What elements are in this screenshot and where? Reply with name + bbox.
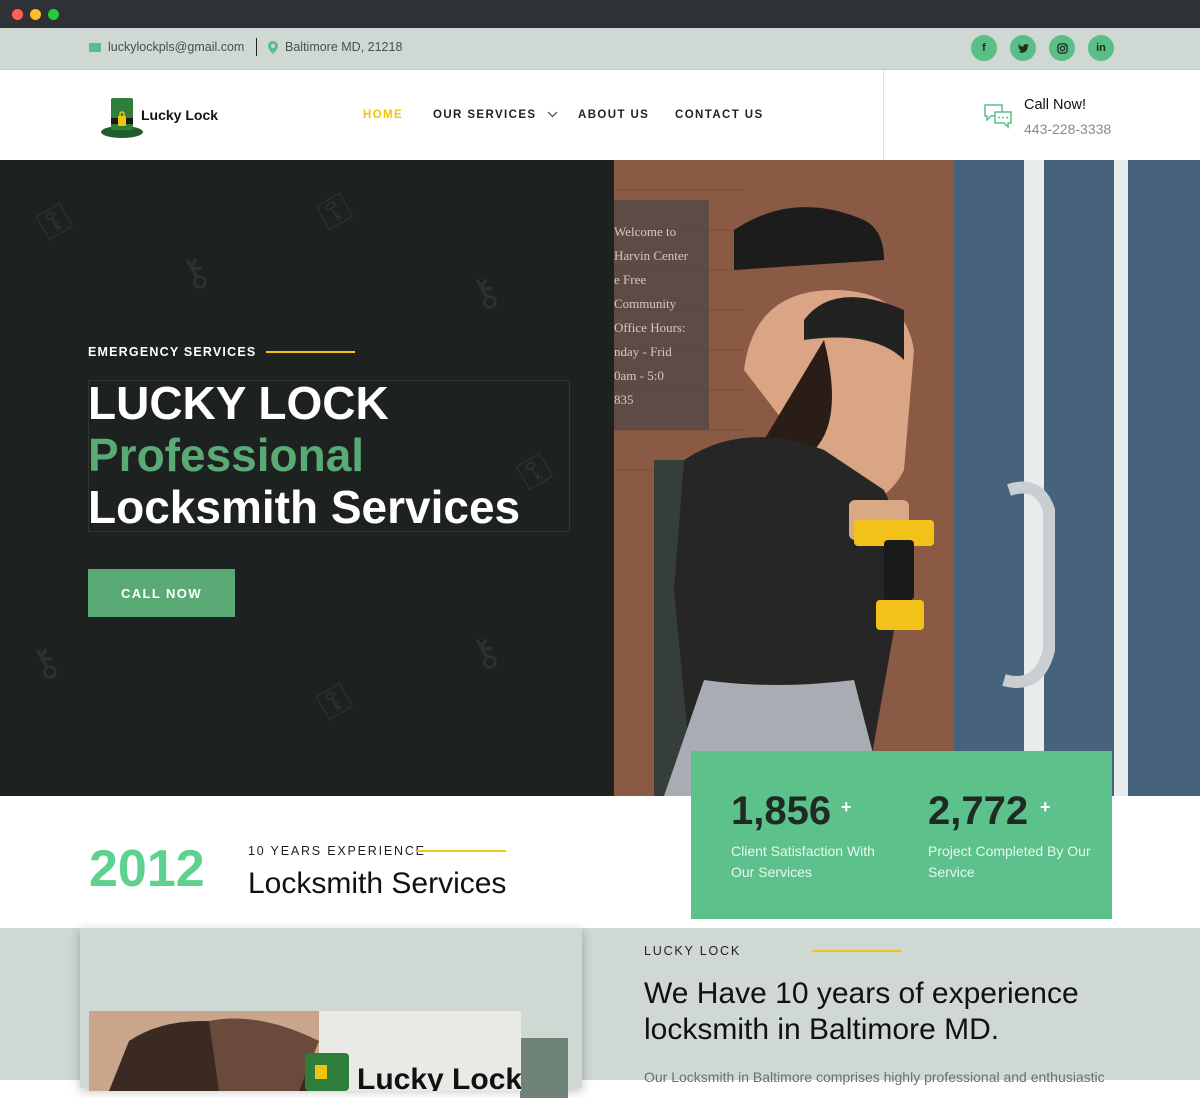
- hero-eyebrow: EMERGENCY SERVICES: [88, 345, 257, 359]
- call-now-button[interactable]: CALL NOW: [88, 569, 235, 617]
- linkedin-icon[interactable]: in: [1088, 35, 1114, 61]
- experience-label: 10 YEARS EXPERIENCE: [248, 844, 426, 858]
- photo-sign: Welcome to Harvin Center e Free Communit…: [614, 220, 704, 412]
- email-contact[interactable]: luckylockpls@gmail.com: [89, 40, 244, 54]
- hero-title-line2: Professional: [88, 429, 365, 481]
- header-divider: [883, 70, 884, 160]
- founded-year: 2012: [89, 840, 205, 898]
- site-logo[interactable]: Lucky Lock: [100, 94, 230, 140]
- stat-projects-label: Project Completed By Our Service: [928, 843, 1091, 880]
- hero-photo-locksmith: Welcome to Harvin Center e Free Communit…: [614, 160, 1200, 796]
- about-image-card: Lucky Lock: [80, 928, 582, 1098]
- location-contact: Baltimore MD, 21218: [268, 40, 402, 54]
- sign-line: Harvin Center: [614, 248, 689, 263]
- browser-chrome: [0, 0, 1200, 28]
- hero-title-line1: LUCKY LOCK: [88, 377, 389, 429]
- envelope-icon: [89, 42, 101, 52]
- stat-projects-plus: +: [1040, 797, 1051, 817]
- site-header: Lucky Lock HOME OUR SERVICES ABOUT US CO…: [0, 70, 1200, 160]
- maximize-window-dot[interactable]: [48, 9, 59, 20]
- email-text[interactable]: luckylockpls@gmail.com: [108, 40, 244, 54]
- key-pattern-icon: ⚷: [170, 246, 219, 300]
- header-phone[interactable]: 443-228-3338: [1024, 121, 1111, 137]
- map-pin-icon: [268, 40, 278, 54]
- call-now-label: Call Now!: [1024, 97, 1087, 113]
- key-pattern-icon: ⚷: [460, 266, 509, 320]
- about-accent-block: [520, 1038, 568, 1098]
- chevron-down-icon: [547, 111, 558, 118]
- facebook-icon[interactable]: f: [971, 35, 997, 61]
- hero-eyebrow-line: [266, 351, 355, 353]
- sign-line: 835: [614, 392, 634, 407]
- about-body: Our Locksmith in Baltimore comprises hig…: [644, 1069, 1105, 1085]
- svg-text:Lucky Lock: Lucky Lock: [357, 1063, 521, 1091]
- about-title: We Have 10 years of experience locksmith…: [644, 977, 1079, 1046]
- logo-text: Lucky Lock: [141, 107, 219, 123]
- stat-projects-value: 2,772: [928, 789, 1029, 833]
- hero-title-line3: Locksmith Services: [88, 481, 521, 533]
- sign-line: 0am - 5:0: [614, 368, 664, 383]
- sign-line: e Free Community: [614, 272, 677, 311]
- about-eyebrow: LUCKY LOCK: [644, 944, 741, 958]
- instagram-icon[interactable]: [1049, 35, 1075, 61]
- about-photo-illustration: Lucky Lock: [89, 1011, 521, 1091]
- chat-bubbles-icon: [984, 104, 1012, 129]
- nav-home[interactable]: HOME: [363, 109, 403, 121]
- nav-contact-us[interactable]: CONTACT US: [675, 109, 764, 121]
- top-info-bar: luckylockpls@gmail.com Baltimore MD, 212…: [0, 28, 1200, 70]
- about-section: Lucky Lock LUCKY LOCK We Have 10 years o…: [0, 928, 1200, 1098]
- sign-line: nday - Frid: [614, 344, 672, 359]
- leprechaun-hat-icon: [101, 98, 143, 138]
- stat-clients-label: Client Satisfaction With Our Services: [731, 843, 875, 880]
- sign-line: Welcome to: [614, 224, 677, 239]
- key-pattern-icon: ⚿: [310, 185, 360, 239]
- twitter-icon[interactable]: [1010, 35, 1036, 61]
- experience-line: [417, 850, 506, 852]
- key-pattern-icon: ⚷: [460, 626, 509, 680]
- minimize-window-dot[interactable]: [30, 9, 41, 20]
- stats-box: 1,856 + Client Satisfaction With Our Ser…: [691, 751, 1112, 919]
- experience-title: Locksmith Services: [248, 867, 507, 900]
- location-text: Baltimore MD, 21218: [285, 40, 403, 54]
- nav-our-services-label: OUR SERVICES: [433, 109, 537, 121]
- about-photo: Lucky Lock: [89, 1011, 521, 1091]
- sign-line: Office Hours:: [614, 320, 686, 335]
- about-eyebrow-line: [812, 950, 901, 952]
- nav-about-us[interactable]: ABOUT US: [578, 109, 649, 121]
- key-pattern-icon: ⚿: [30, 195, 80, 249]
- key-pattern-icon: ⚿: [310, 675, 360, 729]
- close-window-dot[interactable]: [12, 9, 23, 20]
- key-pattern-icon: ⚷: [20, 636, 69, 690]
- topbar-divider: [256, 38, 257, 56]
- stat-clients-value: 1,856: [731, 789, 832, 833]
- nav-our-services[interactable]: OUR SERVICES: [433, 109, 558, 121]
- stat-clients-plus: +: [841, 797, 852, 817]
